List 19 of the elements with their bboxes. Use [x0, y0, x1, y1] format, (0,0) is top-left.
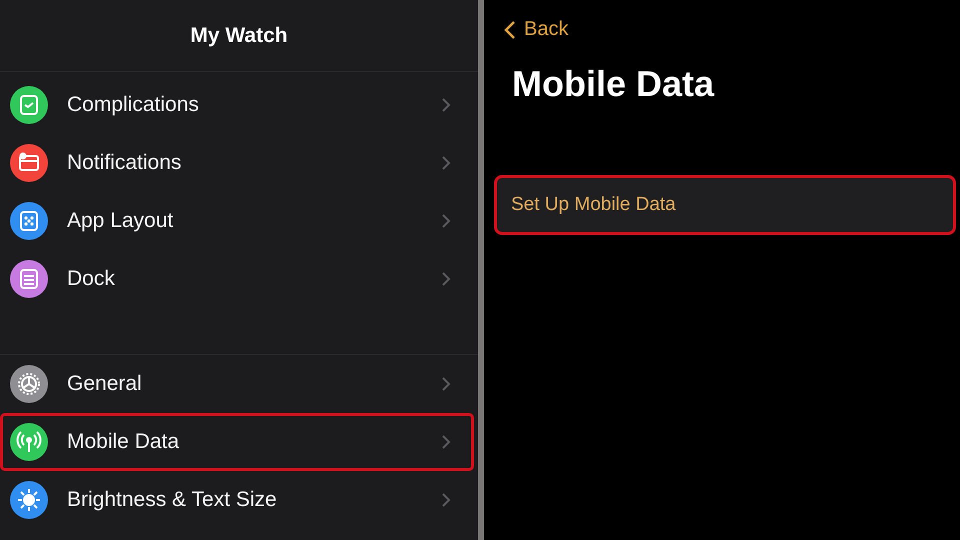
set-up-button[interactable]: Set Up Mobile Data	[494, 175, 956, 235]
settings-item[interactable]: App Layout	[0, 192, 474, 250]
chevron-icon	[441, 271, 451, 287]
chevron-icon	[441, 97, 451, 113]
settings-item[interactable]: Complications	[0, 76, 474, 134]
settings-item[interactable]: Mobile Data	[0, 413, 474, 471]
page-title: Mobile Data	[512, 63, 714, 105]
chevron-icon	[504, 20, 516, 40]
settings-item[interactable]: Dock	[0, 250, 474, 308]
settings-item[interactable]: Brightness & Text Size	[0, 471, 474, 529]
chevron-icon	[441, 155, 451, 171]
chevron-icon	[441, 434, 451, 450]
chevron-icon	[441, 213, 451, 229]
screen-title: My Watch	[190, 24, 288, 48]
back-button[interactable]: Back	[500, 16, 572, 43]
settings-item[interactable]: Notifications	[0, 134, 474, 192]
settings-item[interactable]: General	[0, 355, 474, 413]
chevron-icon	[441, 492, 451, 508]
chevron-icon	[441, 376, 451, 392]
